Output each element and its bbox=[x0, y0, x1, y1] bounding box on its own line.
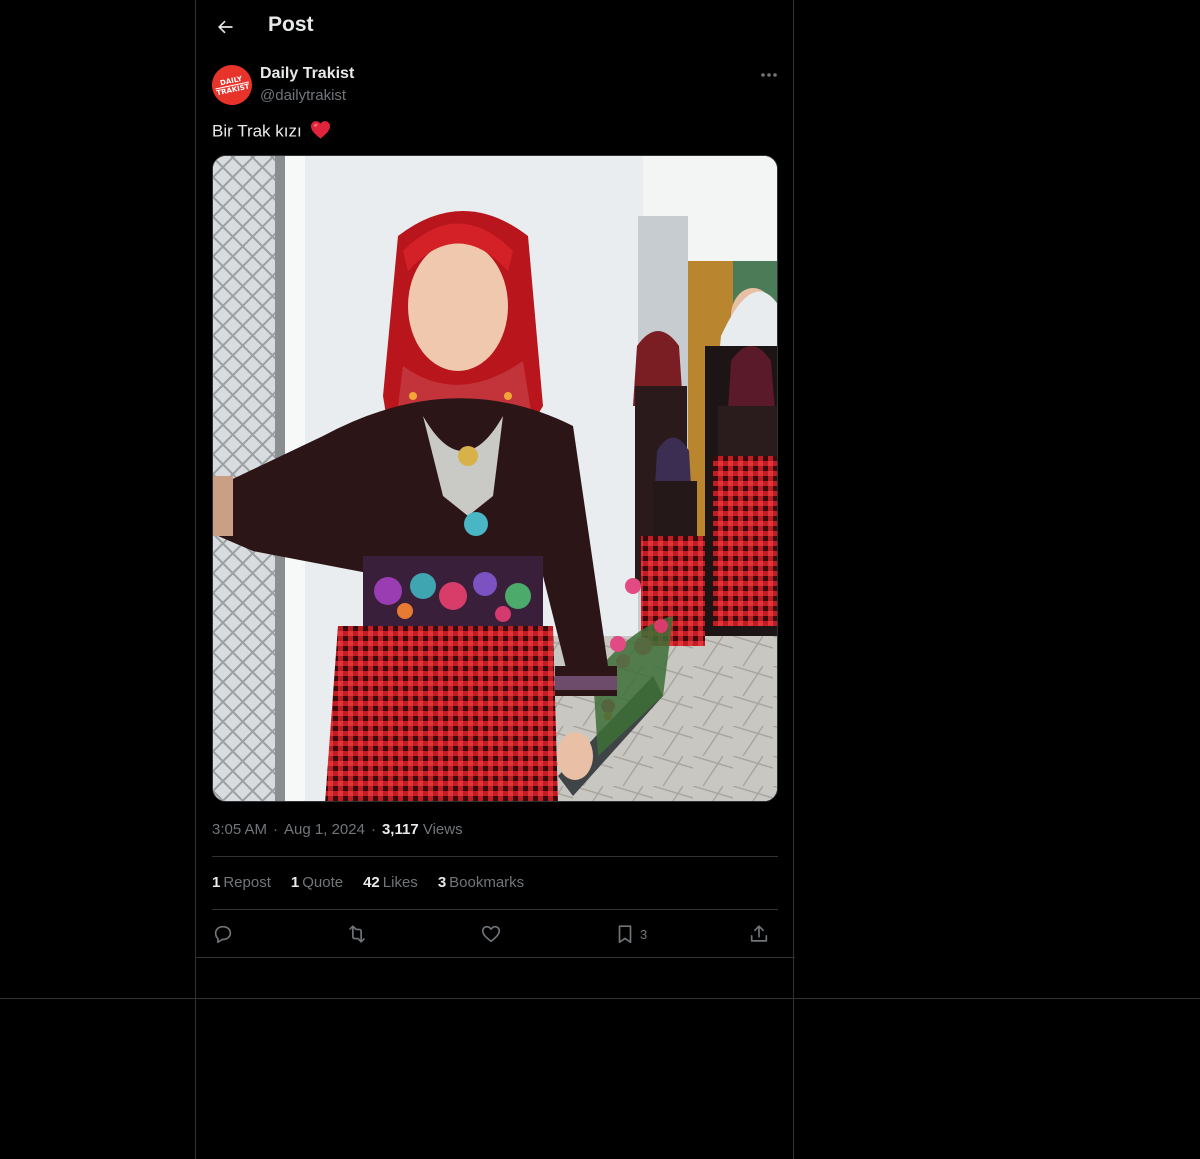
reposts-stat[interactable]: 1 Repost bbox=[212, 874, 271, 891]
likes-count: 42 bbox=[363, 874, 380, 891]
bookmarks-stat[interactable]: 3 Bookmarks bbox=[438, 874, 524, 891]
engagement-stats: 1 Repost 1 Quote 42 Likes 3 Bookmarks bbox=[212, 874, 524, 891]
post-bottom-border bbox=[196, 957, 795, 958]
views-count: 3,117 bbox=[381, 821, 419, 838]
arrow-left-icon bbox=[218, 20, 233, 34]
red-heart-icon bbox=[310, 120, 331, 144]
views-label: Views bbox=[422, 821, 463, 838]
bookmarks-label: Bookmarks bbox=[449, 874, 525, 891]
reposts-count: 1 bbox=[212, 874, 221, 891]
page-title: Post bbox=[268, 13, 314, 36]
bookmark-icon bbox=[618, 925, 632, 944]
main-column: Post DAILY TRAKIST Daily Trakist @dailyt… bbox=[195, 0, 795, 1159]
action-bar: 3 bbox=[212, 918, 778, 950]
share-button[interactable] bbox=[748, 922, 770, 946]
quotes-stat[interactable]: 1 Quote bbox=[291, 874, 343, 891]
more-icon bbox=[761, 73, 777, 77]
divider-stats-top bbox=[212, 856, 778, 857]
likes-stat[interactable]: 42 Likes bbox=[363, 874, 418, 891]
quotes-label: Quote bbox=[302, 874, 344, 891]
bookmarks-count: 3 bbox=[437, 874, 447, 891]
bookmark-button[interactable]: 3 bbox=[614, 922, 647, 946]
tweet-time[interactable]: 3:05 AM bbox=[212, 821, 267, 838]
author-handle[interactable]: @dailytrakist bbox=[260, 87, 346, 104]
share-icon bbox=[750, 925, 768, 942]
page: Post DAILY TRAKIST Daily Trakist @dailyt… bbox=[0, 0, 1200, 1159]
bookmark-count: 3 bbox=[640, 926, 648, 942]
tweet-text-content: Bir Trak kızı bbox=[212, 121, 302, 141]
repost-icon bbox=[349, 925, 365, 943]
like-button[interactable] bbox=[480, 922, 502, 946]
heart-icon bbox=[481, 925, 501, 943]
author-name[interactable]: Daily Trakist bbox=[260, 65, 354, 83]
tweet-date[interactable]: Aug 1, 2024 bbox=[284, 821, 365, 838]
reply-icon bbox=[214, 925, 232, 944]
divider-stats-bottom bbox=[212, 909, 778, 910]
quotes-count: 1 bbox=[290, 874, 300, 891]
tweet-meta: 3:05 AM · Aug 1, 2024 · 3,117 Views bbox=[212, 821, 463, 838]
more-options-button[interactable] bbox=[758, 66, 780, 84]
repost-button[interactable] bbox=[346, 922, 368, 946]
avatar[interactable]: DAILY TRAKIST bbox=[208, 61, 256, 109]
likes-label: Likes bbox=[382, 874, 418, 891]
back-button[interactable] bbox=[210, 12, 240, 42]
tweet-image[interactable] bbox=[212, 155, 778, 802]
tweet-text: Bir Trak kızı bbox=[212, 120, 331, 144]
photo-illustration bbox=[213, 156, 777, 801]
header: Post bbox=[196, 0, 795, 54]
reply-button[interactable] bbox=[212, 922, 234, 946]
reposts-label: Repost bbox=[223, 874, 271, 891]
